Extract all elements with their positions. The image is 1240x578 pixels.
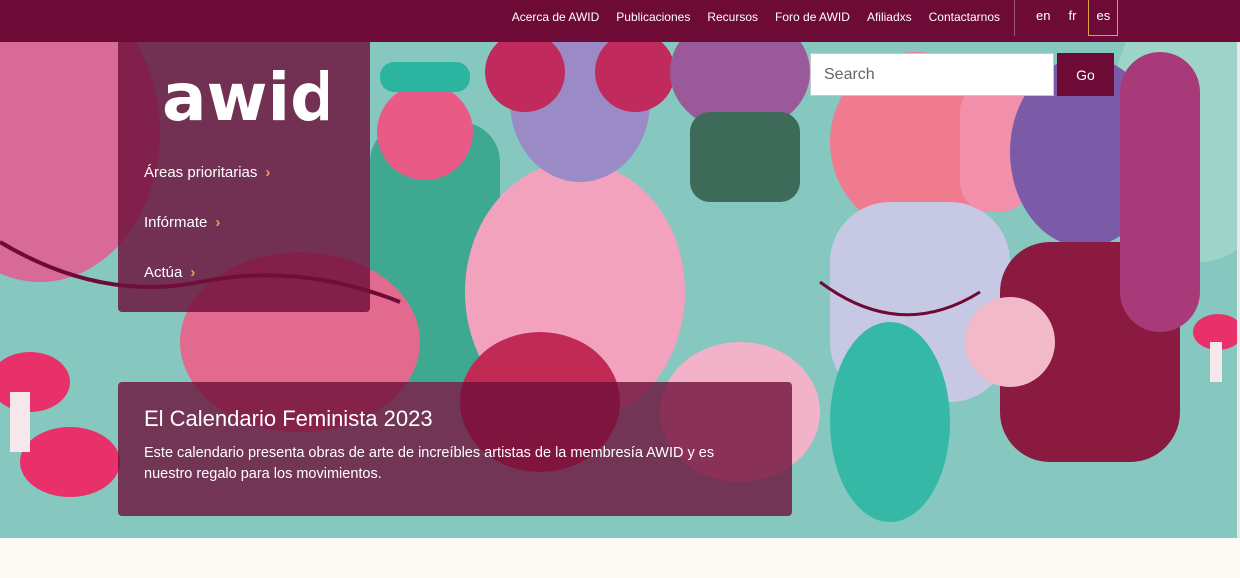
- nav-link-afiliadxs[interactable]: Afiliadxs: [867, 10, 912, 24]
- feature-caption[interactable]: El Calendario Feminista 2023 Este calend…: [118, 382, 792, 516]
- top-navigation-bar: Acerca de AWID Publicaciones Recursos Fo…: [0, 0, 1240, 42]
- sidebar-menu: Áreas prioritarias › Infórmate › Actúa ›: [144, 162, 270, 312]
- nav-link-foro[interactable]: Foro de AWID: [775, 10, 850, 24]
- language-en[interactable]: en: [1030, 0, 1056, 36]
- top-nav-links: Acerca de AWID Publicaciones Recursos Fo…: [512, 0, 1000, 34]
- nav-divider: [1014, 0, 1015, 36]
- sidebar-item-informate[interactable]: Infórmate ›: [144, 212, 270, 232]
- awid-logo[interactable]: awid: [162, 64, 328, 128]
- chevron-right-icon: ›: [265, 163, 271, 181]
- sidebar-item-label: Infórmate: [144, 213, 208, 231]
- chevron-right-icon: ›: [190, 263, 196, 281]
- nav-link-recursos[interactable]: Recursos: [707, 10, 758, 24]
- search-input[interactable]: [810, 53, 1054, 96]
- nav-link-publicaciones[interactable]: Publicaciones: [616, 10, 690, 24]
- chevron-right-icon: ›: [215, 213, 221, 231]
- language-es[interactable]: es: [1088, 0, 1119, 36]
- feature-description: Este calendario presenta obras de arte d…: [144, 445, 715, 482]
- nav-link-contactarnos[interactable]: Contactarnos: [929, 10, 1000, 24]
- svg-text:awid: awid: [162, 64, 328, 128]
- sidebar-item-label: Actúa: [144, 263, 183, 281]
- nav-link-acerca[interactable]: Acerca de AWID: [512, 10, 600, 24]
- hero-illustration: awid Áreas prioritarias › Infórmate › Ac…: [0, 42, 1240, 538]
- feature-title[interactable]: El Calendario Feminista 2023: [144, 406, 766, 432]
- sidebar-panel: awid Áreas prioritarias › Infórmate › Ac…: [118, 42, 370, 312]
- language-switcher: en fr es: [1030, 0, 1119, 36]
- sidebar-item-label: Áreas prioritarias: [144, 163, 258, 181]
- sidebar-item-actua[interactable]: Actúa ›: [144, 262, 270, 282]
- language-fr[interactable]: fr: [1062, 0, 1082, 36]
- sidebar-item-areas-prioritarias[interactable]: Áreas prioritarias ›: [144, 162, 270, 182]
- search-go-button[interactable]: Go: [1057, 53, 1114, 96]
